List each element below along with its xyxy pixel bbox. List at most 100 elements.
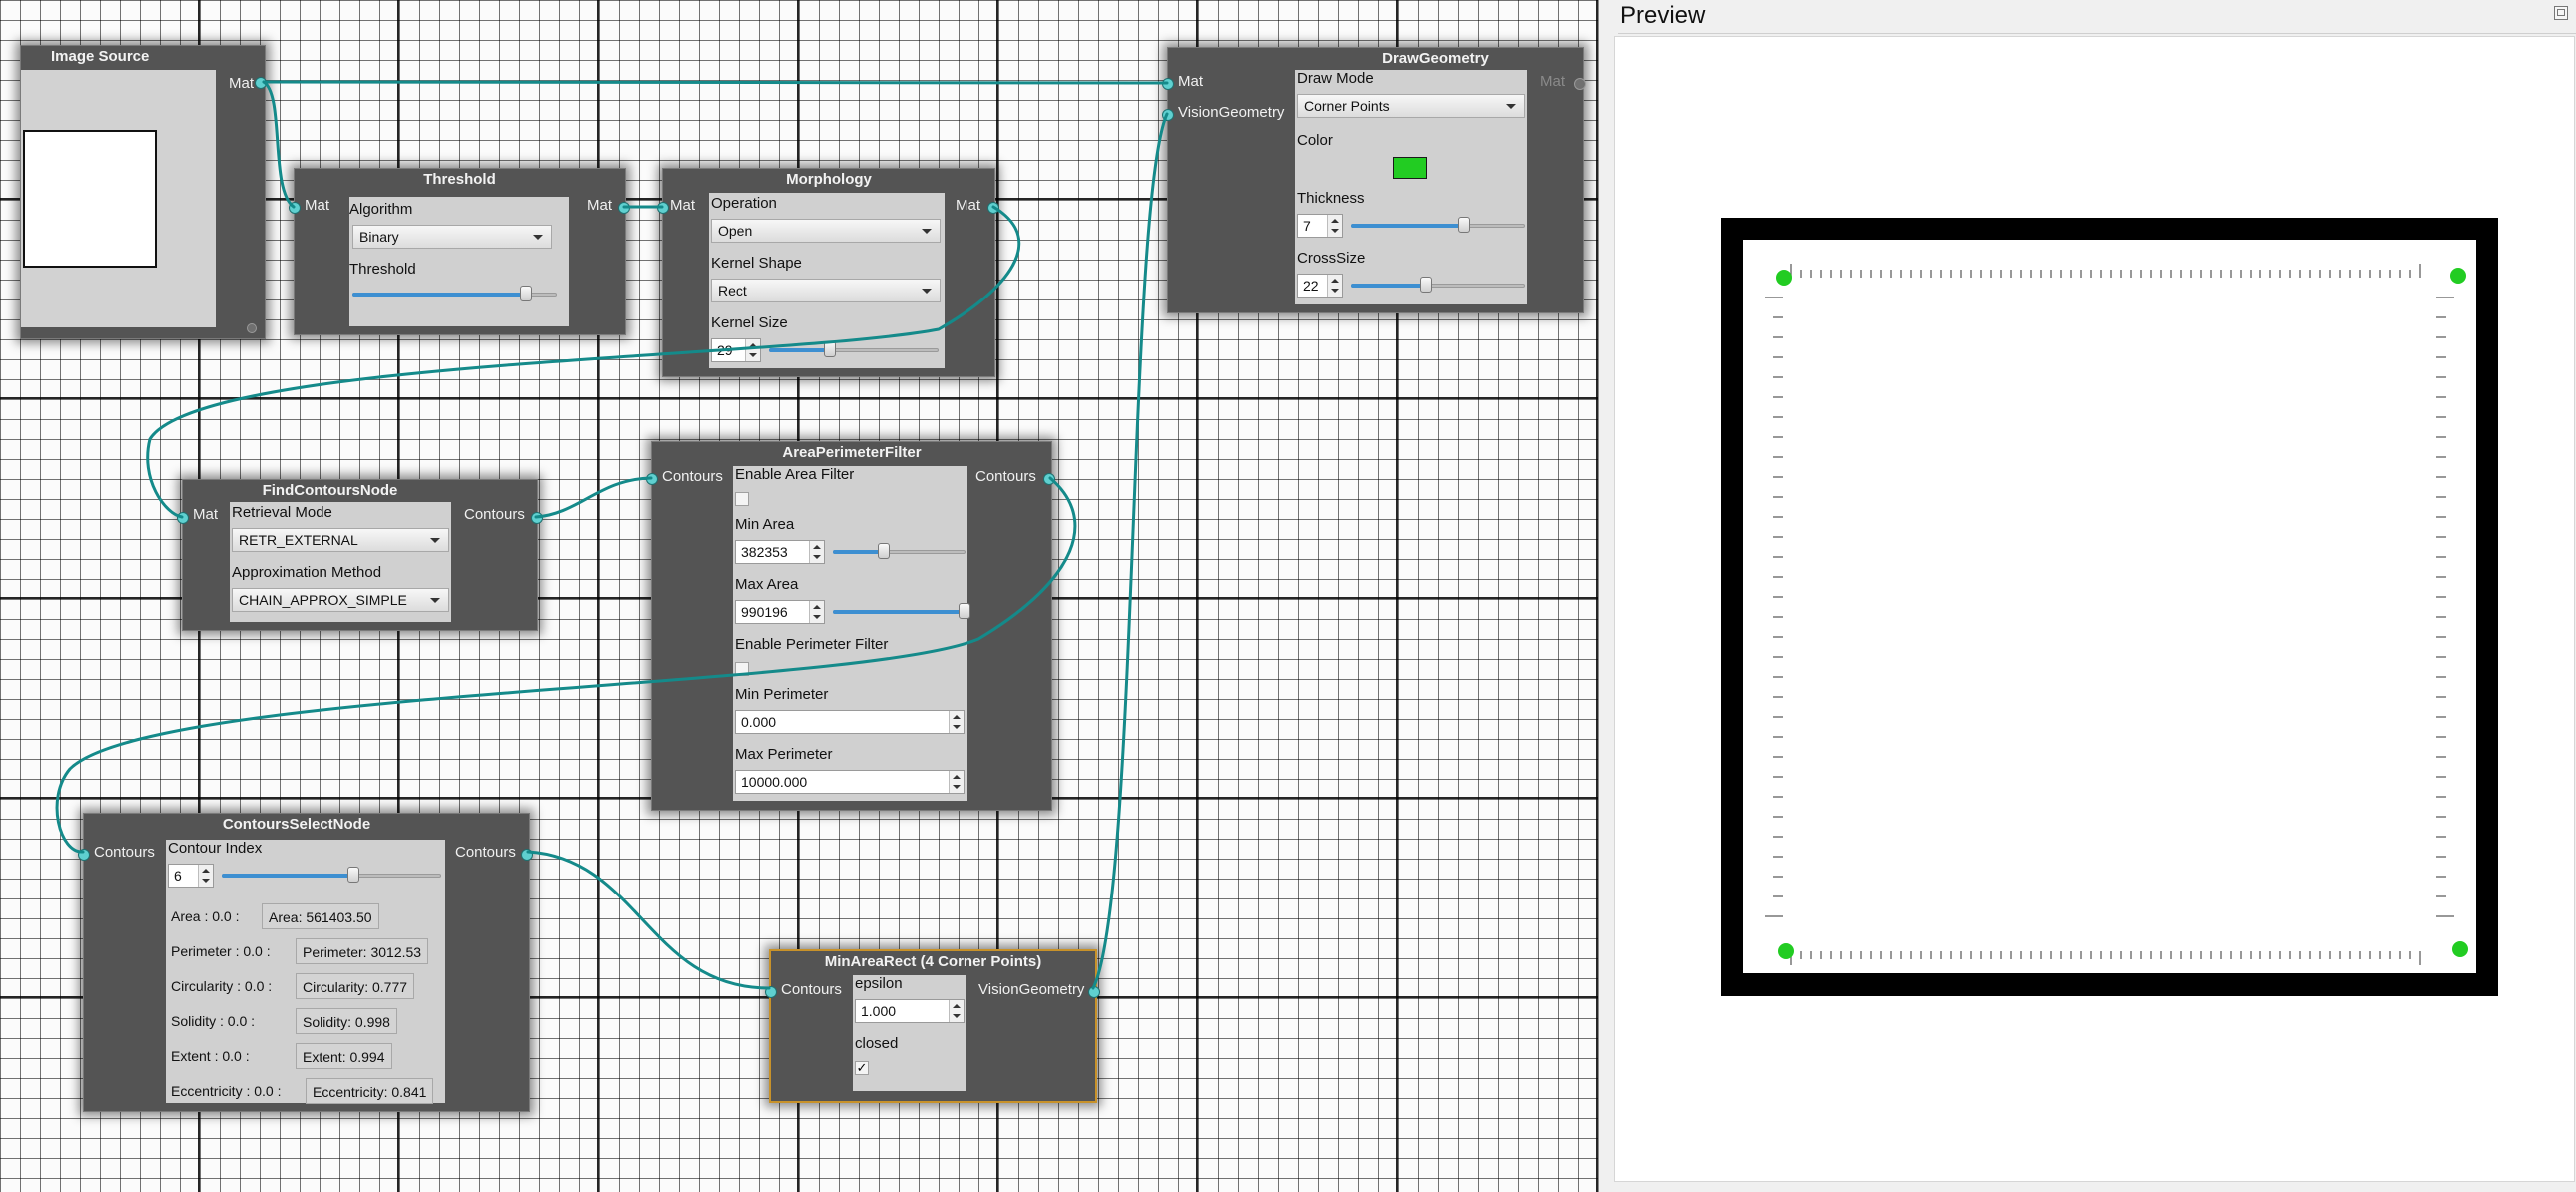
spin-down-icon[interactable] <box>1331 229 1339 233</box>
metric-default-label: Perimeter : 0.0 : <box>171 943 271 959</box>
contour-index-spinbox[interactable]: 6 <box>168 864 214 888</box>
port-out-mat[interactable] <box>618 202 630 214</box>
spin-up-icon[interactable] <box>953 775 961 779</box>
port-out-geometry[interactable] <box>1088 986 1100 998</box>
metric-default-label: Circularity : 0.0 : <box>171 978 273 994</box>
threshold-label: Threshold <box>349 261 416 278</box>
port-out-mat[interactable] <box>255 77 267 89</box>
contour-index-label: Contour Index <box>168 840 263 857</box>
min-area-value: 382353 <box>741 544 788 560</box>
port-in-mat[interactable] <box>1162 78 1174 90</box>
spin-up-icon[interactable] <box>1331 219 1339 223</box>
port-in-contours[interactable] <box>78 849 90 861</box>
spin-up-icon[interactable] <box>953 715 961 719</box>
port-in-mat[interactable] <box>177 512 189 524</box>
retrieval-mode-label: Retrieval Mode <box>232 504 332 521</box>
metric-value: Solidity: 0.998 <box>296 1008 397 1034</box>
thickness-label: Thickness <box>1297 190 1365 207</box>
operation-select[interactable]: Open <box>711 219 941 243</box>
area-perimeter-params: Enable Area Filter Min Area 382353 Max A… <box>733 466 970 801</box>
port-out-contours[interactable] <box>531 512 543 524</box>
kernel-size-value: 29 <box>717 342 733 358</box>
min-area-slider[interactable] <box>833 543 966 559</box>
spin-down-icon[interactable] <box>953 725 961 729</box>
port-in-mat[interactable] <box>289 202 301 214</box>
wire-source-to-threshold[interactable] <box>262 80 296 209</box>
port-out-mat[interactable] <box>1574 78 1586 90</box>
spin-down-icon[interactable] <box>953 1014 961 1018</box>
wire-source-to-drawgeometry[interactable] <box>262 80 1169 85</box>
min-area-label: Min Area <box>735 516 795 533</box>
thickness-spinbox[interactable]: 7 <box>1297 214 1343 238</box>
contours-select-params: Contour Index 6 Area : 0.0 : Area: 561403… <box>166 840 445 1104</box>
kernel-shape-select[interactable]: Rect <box>711 279 941 302</box>
port-in-contours[interactable] <box>646 473 658 485</box>
spin-down-icon[interactable] <box>813 615 821 619</box>
spin-up-icon[interactable] <box>749 343 757 347</box>
enable-area-checkbox[interactable] <box>735 492 749 506</box>
node-editor-canvas[interactable]: Image Source Mat Threshold Mat Algorithm… <box>0 0 1599 1192</box>
max-area-slider[interactable] <box>833 603 970 619</box>
port-label-out: Contours <box>455 844 516 861</box>
node-min-area-rect[interactable]: MinAreaRect (4 Corner Points) Contours e… <box>765 949 1100 1103</box>
max-area-spinbox[interactable]: 990196 <box>735 600 825 624</box>
draw-mode-select[interactable]: Corner Points <box>1297 94 1525 118</box>
spin-up-icon[interactable] <box>202 869 210 873</box>
port-out-contours[interactable] <box>1043 473 1055 485</box>
epsilon-label: epsilon <box>855 975 903 992</box>
threshold-slider[interactable] <box>352 286 557 301</box>
chevron-down-icon <box>430 538 440 543</box>
metric-default-label: Area : 0.0 : <box>171 908 240 924</box>
wire-minarearect-to-drawgeometry[interactable] <box>1091 112 1169 990</box>
algorithm-select[interactable]: Binary <box>352 225 552 249</box>
operation-value: Open <box>718 223 753 239</box>
node-image-source[interactable]: Image Source Mat <box>20 45 267 339</box>
port-in-geometry[interactable] <box>1162 109 1174 121</box>
approx-method-select[interactable]: CHAIN_APPROX_SIMPLE <box>232 588 449 612</box>
kernel-size-slider[interactable] <box>769 341 939 357</box>
node-contours-select[interactable]: ContoursSelectNode Contours Contour Inde… <box>78 813 533 1112</box>
node-draw-geometry[interactable]: DrawGeometry Mat VisionGeometry Draw Mod… <box>1162 47 1586 313</box>
port-label-in: Mat <box>305 197 330 214</box>
min-perimeter-spinbox[interactable]: 0.000 <box>735 710 965 734</box>
enable-perimeter-checkbox[interactable] <box>735 662 749 676</box>
node-threshold[interactable]: Threshold Mat Algorithm Binary Threshold… <box>289 168 630 335</box>
metric-default-label: Solidity : 0.0 : <box>171 1013 256 1029</box>
port-out-contours[interactable] <box>521 849 533 861</box>
thickness-slider[interactable] <box>1351 217 1525 233</box>
spin-up-icon[interactable] <box>813 545 821 549</box>
spin-up-icon[interactable] <box>813 605 821 609</box>
spin-down-icon[interactable] <box>1331 289 1339 293</box>
crosssize-spinbox[interactable]: 22 <box>1297 274 1343 298</box>
preview-image <box>1721 218 2498 996</box>
crosssize-slider[interactable] <box>1351 277 1525 293</box>
enable-perimeter-label: Enable Perimeter Filter <box>735 636 889 653</box>
kernel-size-spinbox[interactable]: 29 <box>711 338 761 362</box>
wire-findcontours-to-areafilter[interactable] <box>534 476 653 519</box>
draw-geometry-params: Draw Mode Corner Points Color Thickness … <box>1295 70 1527 304</box>
contour-index-slider[interactable] <box>222 867 441 883</box>
spin-down-icon[interactable] <box>953 785 961 789</box>
min-area-spinbox[interactable]: 382353 <box>735 540 825 564</box>
node-area-perimeter-filter[interactable]: AreaPerimeterFilter Contours Enable Area… <box>646 441 1055 811</box>
spin-down-icon[interactable] <box>202 879 210 883</box>
wire-contoursselect-to-minarearect[interactable] <box>526 850 771 990</box>
float-panel-icon[interactable] <box>2554 6 2568 20</box>
node-find-contours[interactable]: FindContoursNode Mat Retrieval Mode RETR… <box>177 479 543 631</box>
color-swatch[interactable] <box>1393 157 1427 179</box>
node-morphology[interactable]: Morphology Mat Operation Open Kernel Sha… <box>657 168 999 377</box>
retrieval-mode-select[interactable]: RETR_EXTERNAL <box>232 528 449 552</box>
max-perimeter-spinbox[interactable]: 10000.000 <box>735 770 965 794</box>
epsilon-spinbox[interactable]: 1.000 <box>855 999 965 1023</box>
spin-up-icon[interactable] <box>1331 279 1339 283</box>
thickness-value: 7 <box>1303 218 1311 234</box>
spin-down-icon[interactable] <box>813 555 821 559</box>
resize-grip[interactable] <box>247 323 257 333</box>
closed-checkbox[interactable]: ✓ <box>855 1061 869 1075</box>
port-in-contours[interactable] <box>765 986 777 998</box>
chevron-down-icon <box>1506 104 1516 109</box>
port-in-mat[interactable] <box>657 202 669 214</box>
spin-down-icon[interactable] <box>749 353 757 357</box>
port-out-mat[interactable] <box>987 202 999 214</box>
spin-up-icon[interactable] <box>953 1004 961 1008</box>
